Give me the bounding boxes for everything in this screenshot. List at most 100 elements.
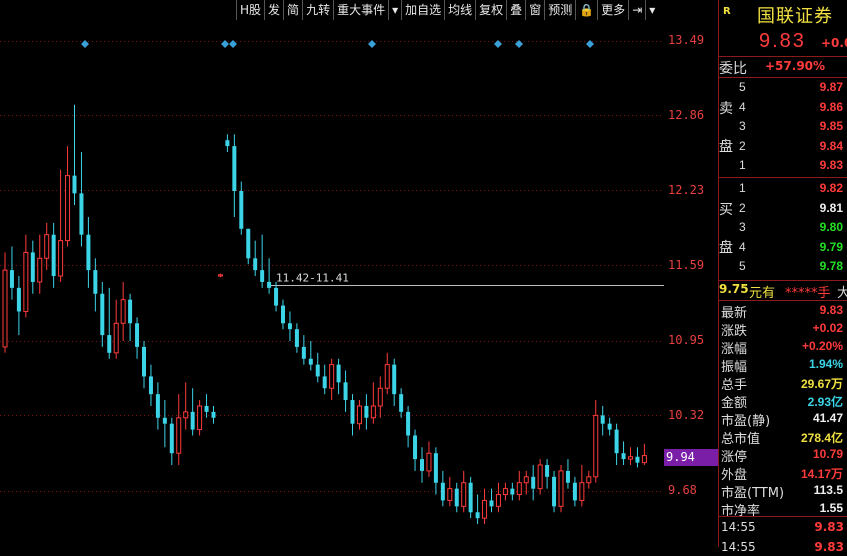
candle-body[interactable]: [301, 346, 306, 359]
candle-body[interactable]: [426, 452, 432, 472]
candle-body[interactable]: [204, 405, 209, 412]
candle-body[interactable]: [142, 346, 146, 377]
h-share-button[interactable]: H股: [236, 0, 264, 20]
candle-body[interactable]: [148, 376, 153, 395]
candle-body[interactable]: [308, 358, 313, 365]
candle-body[interactable]: [274, 287, 279, 306]
nine-turn-button[interactable]: 九转: [302, 0, 333, 20]
candle-body[interactable]: [253, 258, 258, 271]
candle-body[interactable]: [545, 465, 550, 477]
candle-body[interactable]: [322, 376, 327, 389]
candle-body[interactable]: [65, 175, 71, 242]
candle-body[interactable]: [614, 429, 619, 454]
candle-body[interactable]: [315, 364, 320, 377]
issue-button[interactable]: 发: [264, 0, 283, 20]
sell-price-3[interactable]: 9.85: [820, 119, 843, 133]
candle-body[interactable]: [23, 251, 29, 312]
candle-body[interactable]: [482, 499, 488, 519]
sell-price-4[interactable]: 9.86: [820, 100, 843, 114]
candle-body[interactable]: [197, 405, 203, 431]
candle-body[interactable]: [86, 234, 91, 271]
candle-body[interactable]: [267, 281, 272, 288]
candle-body[interactable]: [329, 364, 335, 389]
chart-canvas[interactable]: 11.42-11.41: [0, 0, 664, 547]
candle-body[interactable]: [155, 394, 160, 418]
candle-body[interactable]: [2, 269, 8, 348]
candle-body[interactable]: [607, 423, 612, 430]
candle-body[interactable]: [461, 482, 467, 507]
candle-body[interactable]: [641, 455, 647, 464]
candle-body[interactable]: [120, 299, 126, 324]
candle-body[interactable]: [30, 252, 35, 282]
candle-body[interactable]: [211, 411, 216, 418]
candle-body[interactable]: [558, 470, 564, 507]
candle-body[interactable]: [79, 193, 84, 235]
candle-body[interactable]: [406, 411, 411, 436]
brief-button[interactable]: 简: [283, 0, 302, 20]
candle-body[interactable]: [537, 464, 543, 490]
candle-body[interactable]: [433, 453, 438, 483]
candle-body[interactable]: [628, 456, 633, 460]
candle-body[interactable]: [246, 228, 251, 259]
candle-body[interactable]: [384, 364, 390, 389]
more-button[interactable]: 更多: [597, 0, 628, 20]
candle-body[interactable]: [510, 488, 515, 495]
candle-body[interactable]: [475, 512, 480, 519]
candle-body[interactable]: [9, 270, 14, 288]
candle-body[interactable]: [343, 382, 348, 401]
event-marker-icon[interactable]: [368, 40, 376, 48]
candle-body[interactable]: [593, 414, 599, 478]
exit-icon[interactable]: ⇥: [628, 0, 645, 20]
candle-body[interactable]: [579, 482, 585, 501]
event-marker-icon[interactable]: [221, 40, 229, 48]
candlestick-chart[interactable]: 11.42-11.41 H股发简九转 重大事件 ▾ 加自选 均线 复权叠窗预测 🔒 更多 ⇥ ▾ …: [0, 0, 718, 547]
candle-body[interactable]: [489, 500, 494, 507]
major-events-button[interactable]: 重大事件: [333, 0, 388, 20]
window-button[interactable]: 窗: [525, 0, 544, 20]
candle-body[interactable]: [377, 387, 383, 407]
overlay-button[interactable]: 叠: [506, 0, 525, 20]
candle-body[interactable]: [495, 494, 501, 507]
add-watchlist-button[interactable]: 加自选: [401, 0, 444, 20]
candle-body[interactable]: [356, 405, 362, 425]
candle-body[interactable]: [176, 417, 182, 454]
candle-body[interactable]: [162, 417, 167, 424]
candle-body[interactable]: [260, 270, 265, 282]
candle-body[interactable]: [183, 411, 189, 419]
candle-body[interactable]: [217, 274, 223, 277]
candle-body[interactable]: [44, 234, 50, 259]
event-marker-icon[interactable]: [229, 40, 237, 48]
candle-body[interactable]: [600, 415, 605, 424]
candle-body[interactable]: [294, 329, 299, 347]
candle-body[interactable]: [287, 323, 292, 330]
forecast-button[interactable]: 预测: [544, 0, 575, 20]
candle-body[interactable]: [420, 459, 424, 471]
candle-body[interactable]: [336, 364, 341, 383]
candle-body[interactable]: [552, 476, 557, 507]
buy-price-2[interactable]: 9.81: [820, 201, 843, 215]
buy-price-1[interactable]: 9.82: [820, 181, 843, 195]
sell-price-1[interactable]: 9.83: [820, 158, 843, 172]
event-marker-icon[interactable]: [81, 40, 89, 48]
candle-body[interactable]: [468, 482, 473, 513]
candle-body[interactable]: [169, 423, 174, 454]
candle-body[interactable]: [364, 405, 369, 418]
candle-body[interactable]: [107, 335, 112, 353]
candle-body[interactable]: [232, 146, 237, 191]
lock-icon[interactable]: 🔒: [575, 0, 597, 20]
more-dropdown-icon[interactable]: ▾: [645, 0, 658, 20]
candle-body[interactable]: [523, 476, 529, 484]
sell-price-2[interactable]: 9.84: [820, 139, 843, 153]
candle-body[interactable]: [516, 482, 522, 496]
buy-price-3[interactable]: 9.80: [820, 220, 843, 234]
candle-body[interactable]: [621, 453, 626, 460]
candle-body[interactable]: [440, 482, 445, 501]
candle-body[interactable]: [413, 435, 418, 460]
candle-body[interactable]: [16, 287, 21, 312]
candle-body[interactable]: [37, 257, 43, 283]
candle-body[interactable]: [586, 476, 592, 484]
buy-price-5[interactable]: 9.78: [820, 259, 843, 273]
candle-body[interactable]: [565, 470, 570, 483]
candle-body[interactable]: [635, 456, 640, 463]
candle-body[interactable]: [370, 405, 376, 419]
